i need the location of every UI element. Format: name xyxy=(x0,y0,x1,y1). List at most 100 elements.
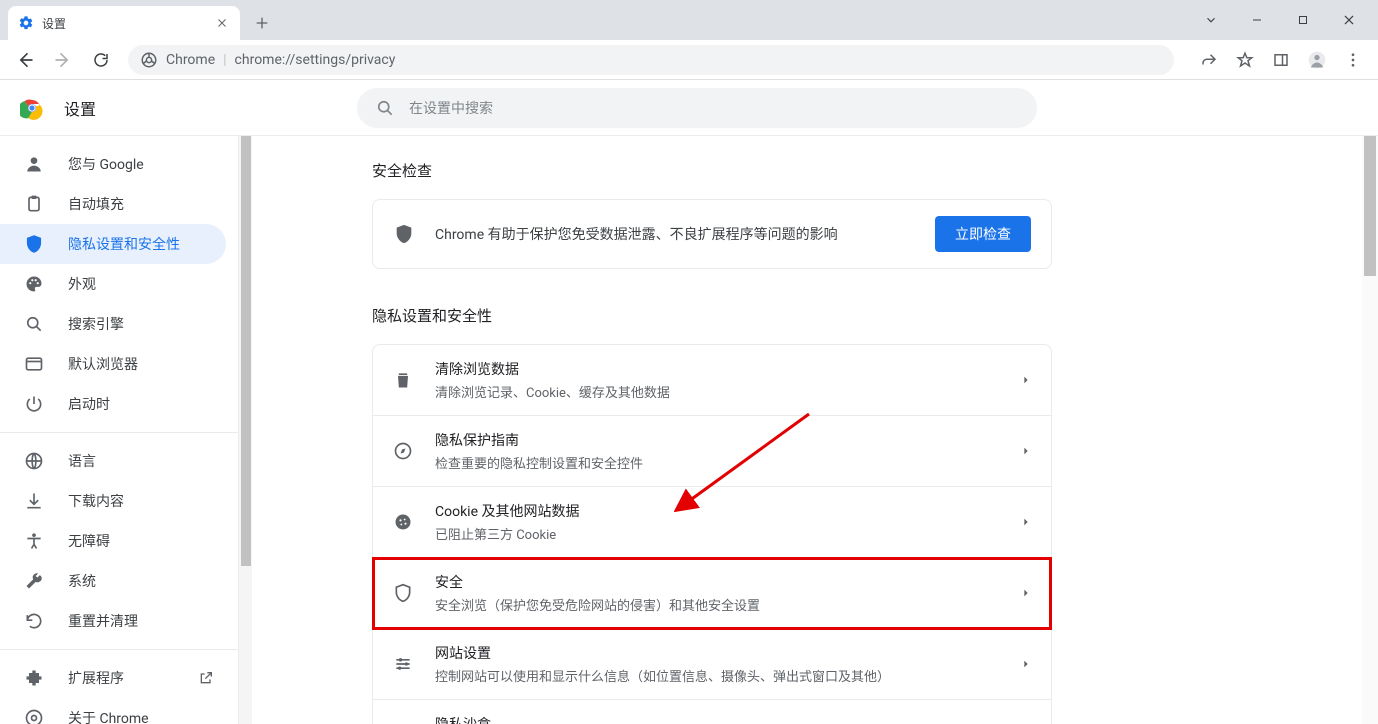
chevron-right-icon xyxy=(1021,446,1031,456)
row-subtitle: 检查重要的隐私控制设置和安全控件 xyxy=(435,453,999,472)
settings-search[interactable] xyxy=(357,88,1037,128)
safety-check-card: Chrome 有助于保护您免受数据泄露、不良扩展程序等问题的影响 立即检查 xyxy=(372,199,1052,269)
sidebar-item-search-engine[interactable]: 搜索引擎 xyxy=(0,304,238,344)
settings-search-input[interactable] xyxy=(409,100,1019,116)
row-cookies[interactable]: Cookie 及其他网站数据 已阻止第三方 Cookie xyxy=(373,487,1051,558)
browser-toolbar: Chrome | chrome://settings/privacy xyxy=(0,40,1378,80)
safety-check-heading: 安全检查 xyxy=(372,160,1378,181)
chevron-right-icon xyxy=(1021,659,1031,669)
sidebar-label: 启动时 xyxy=(68,394,110,414)
sidebar-item-privacy-security[interactable]: 隐私设置和安全性 xyxy=(0,224,226,264)
privacy-settings-card: 清除浏览数据 清除浏览记录、Cookie、缓存及其他数据 隐私保护指南 检查重要… xyxy=(372,344,1052,724)
security-icon xyxy=(393,583,413,603)
chevron-right-icon xyxy=(1021,588,1031,598)
chevron-down-icon[interactable] xyxy=(1188,4,1234,36)
accessibility-icon xyxy=(24,531,44,551)
shield-icon xyxy=(393,223,415,245)
row-subtitle: 清除浏览记录、Cookie、缓存及其他数据 xyxy=(435,382,999,401)
safety-check-description: Chrome 有助于保护您免受数据泄露、不良扩展程序等问题的影响 xyxy=(435,224,915,244)
sidebar-divider xyxy=(0,432,238,433)
open-in-new-icon xyxy=(198,670,214,686)
sidebar-item-extensions[interactable]: 扩展程序 xyxy=(0,658,238,698)
row-security[interactable]: 安全 安全浏览（保护您免受危险网站的侵害）和其他安全设置 xyxy=(373,558,1051,629)
sidebar-scrollbar[interactable] xyxy=(238,136,252,724)
power-icon xyxy=(24,394,44,414)
back-button[interactable] xyxy=(8,43,42,77)
forward-button[interactable] xyxy=(46,43,80,77)
sidebar-label: 外观 xyxy=(68,274,96,294)
menu-icon[interactable] xyxy=(1336,43,1370,77)
sidebar-label: 关于 Chrome xyxy=(68,708,149,724)
row-subtitle: 安全浏览（保护您免受危险网站的侵害）和其他安全设置 xyxy=(435,595,999,614)
person-icon xyxy=(24,154,44,174)
window-maximize-button[interactable] xyxy=(1280,4,1326,36)
row-subtitle: 已阻止第三方 Cookie xyxy=(435,524,999,543)
chevron-right-icon xyxy=(1021,375,1031,385)
restore-icon xyxy=(24,611,44,631)
settings-content: 安全检查 Chrome 有助于保护您免受数据泄露、不良扩展程序等问题的影响 立即… xyxy=(252,136,1378,724)
row-title: Cookie 及其他网站数据 xyxy=(435,501,999,521)
sidebar-label: 隐私设置和安全性 xyxy=(68,234,180,254)
row-title: 隐私保护指南 xyxy=(435,430,999,450)
chevron-right-icon xyxy=(1021,517,1031,527)
shield-icon xyxy=(24,234,44,254)
sidebar-item-system[interactable]: 系统 xyxy=(0,561,238,601)
palette-icon xyxy=(24,274,44,294)
sidebar-item-default-browser[interactable]: 默认浏览器 xyxy=(0,344,238,384)
omnibox-origin: Chrome xyxy=(166,52,215,68)
sidebar-label: 默认浏览器 xyxy=(68,354,138,374)
sidebar-label: 自动填充 xyxy=(68,194,124,214)
address-bar[interactable]: Chrome | chrome://settings/privacy xyxy=(128,45,1174,75)
sidebar-label: 无障碍 xyxy=(68,531,110,551)
search-icon xyxy=(24,314,44,334)
download-icon xyxy=(24,491,44,511)
wrench-icon xyxy=(24,571,44,591)
settings-header: 设置 xyxy=(0,80,1378,136)
row-title: 隐私沙盒 xyxy=(435,714,999,724)
gear-icon xyxy=(18,15,34,31)
content-scrollbar[interactable] xyxy=(1362,136,1378,724)
sidebar-item-on-startup[interactable]: 启动时 xyxy=(0,384,238,424)
sidebar-item-about-chrome[interactable]: 关于 Chrome xyxy=(0,698,238,724)
search-icon xyxy=(375,98,395,118)
window-minimize-button[interactable] xyxy=(1234,4,1280,36)
row-privacy-sandbox[interactable]: 隐私沙盒 试用版功能已开启 xyxy=(373,700,1051,724)
sidebar-item-you-and-google[interactable]: 您与 Google xyxy=(0,144,238,184)
side-panel-icon[interactable] xyxy=(1264,43,1298,77)
window-titlebar: 设置 xyxy=(0,0,1378,40)
chrome-small-icon xyxy=(24,708,44,724)
sidebar-divider xyxy=(0,649,238,650)
trash-icon xyxy=(393,370,413,390)
window-controls xyxy=(1188,0,1378,40)
sidebar-item-autofill[interactable]: 自动填充 xyxy=(0,184,238,224)
sidebar-item-downloads[interactable]: 下载内容 xyxy=(0,481,238,521)
row-site-settings[interactable]: 网站设置 控制网站可以使用和显示什么信息（如位置信息、摄像头、弹出式窗口及其他） xyxy=(373,629,1051,700)
share-icon[interactable] xyxy=(1192,43,1226,77)
sidebar-item-languages[interactable]: 语言 xyxy=(0,441,238,481)
row-title: 清除浏览数据 xyxy=(435,359,999,379)
sidebar-item-appearance[interactable]: 外观 xyxy=(0,264,238,304)
sidebar-label: 系统 xyxy=(68,571,96,591)
profile-avatar-icon[interactable] xyxy=(1300,43,1334,77)
sidebar-item-reset[interactable]: 重置并清理 xyxy=(0,601,238,641)
settings-sidebar: 您与 Google 自动填充 隐私设置和安全性 外观 搜索引擎 默认浏览器 xyxy=(0,136,238,724)
window-close-button[interactable] xyxy=(1326,4,1372,36)
sidebar-item-accessibility[interactable]: 无障碍 xyxy=(0,521,238,561)
browser-tab-settings[interactable]: 设置 xyxy=(8,6,240,40)
row-title: 网站设置 xyxy=(435,643,999,663)
bookmark-icon[interactable] xyxy=(1228,43,1262,77)
sidebar-label: 下载内容 xyxy=(68,491,124,511)
close-tab-icon[interactable] xyxy=(214,15,230,31)
page-title: 设置 xyxy=(64,96,96,120)
row-privacy-guide[interactable]: 隐私保护指南 检查重要的隐私控制设置和安全控件 xyxy=(373,416,1051,487)
tune-icon xyxy=(393,654,413,674)
row-title: 安全 xyxy=(435,572,999,592)
new-tab-button[interactable] xyxy=(248,9,276,37)
row-clear-browsing-data[interactable]: 清除浏览数据 清除浏览记录、Cookie、缓存及其他数据 xyxy=(373,345,1051,416)
reload-button[interactable] xyxy=(84,43,118,77)
chrome-logo-icon xyxy=(20,96,44,120)
run-safety-check-button[interactable]: 立即检查 xyxy=(935,216,1031,252)
extension-icon xyxy=(24,668,44,688)
chrome-origin-icon xyxy=(140,51,158,69)
sidebar-label: 重置并清理 xyxy=(68,611,138,631)
